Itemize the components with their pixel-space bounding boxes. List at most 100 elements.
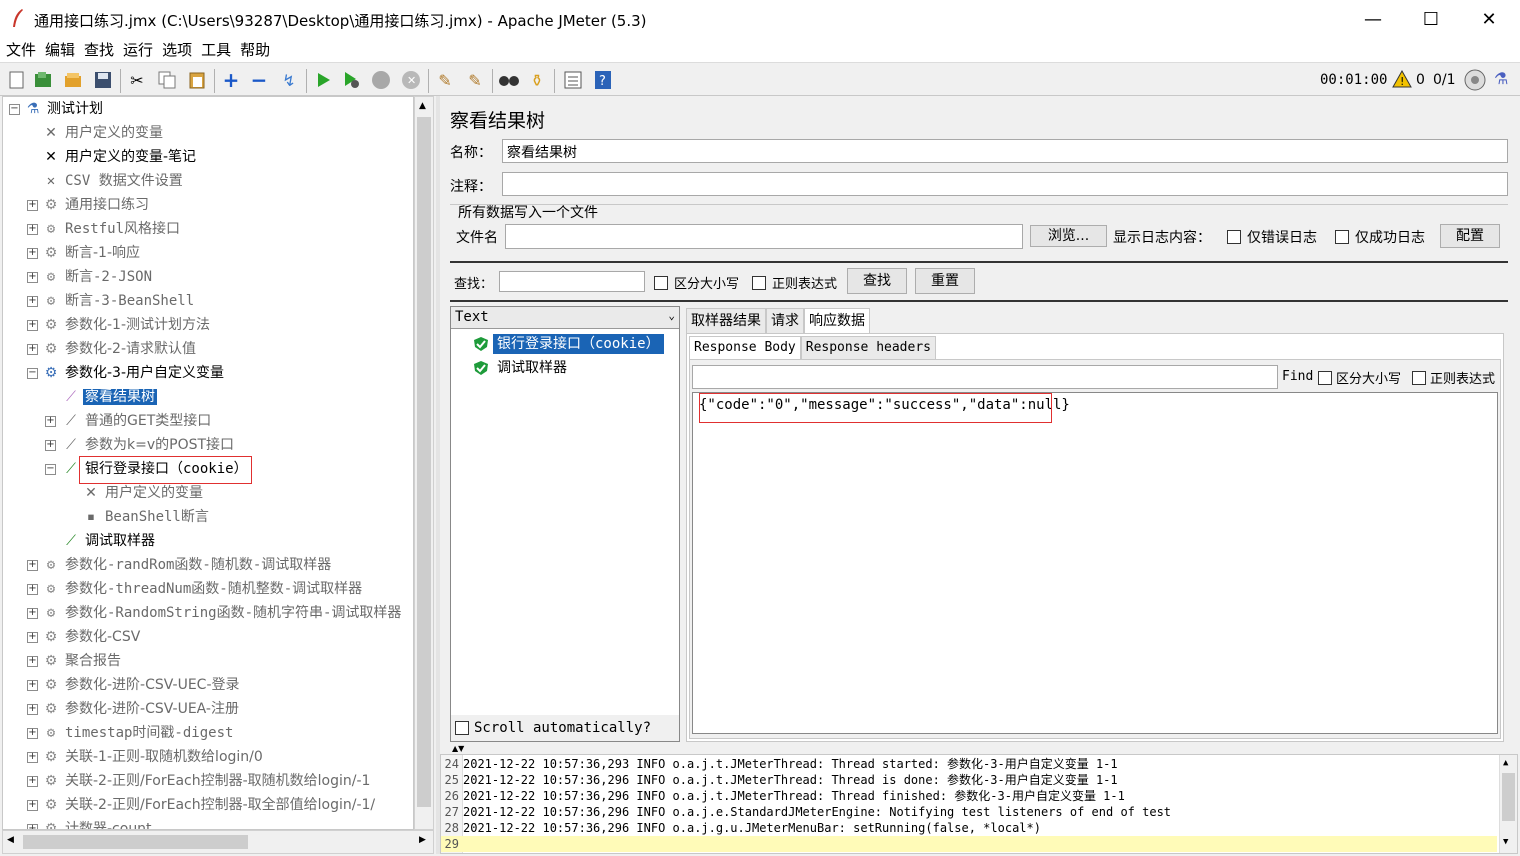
result-item-debug-sampler[interactable]: 调试取样器 (473, 358, 571, 378)
tree-node-thread-group[interactable]: ⚙ 参数化-CSV (41, 626, 142, 648)
expand-toggle[interactable]: + (27, 560, 38, 571)
tree-node-thread-group[interactable]: ⚙ 参数化-进阶-CSV-UEA-注册 (41, 698, 241, 720)
result-item-bank-login[interactable]: 银行登录接口（cookie） (473, 334, 664, 354)
expand-toggle[interactable]: + (27, 296, 38, 307)
regex-checkbox[interactable]: 正则表达式 (752, 273, 837, 292)
tree-node-thread-group[interactable]: ⚙ 聚合报告 (41, 650, 123, 672)
expand-toggle[interactable]: + (27, 344, 38, 355)
start-no-pause-icon[interactable] (340, 69, 362, 91)
subtab-response-body[interactable]: Response Body (689, 336, 801, 359)
tree-node-thread-group[interactable]: ⚙ 断言-1-响应 (41, 242, 142, 264)
expand-toggle[interactable]: + (27, 608, 38, 619)
menu-tools[interactable]: 工具 (201, 38, 231, 62)
tree-node-user-vars-notes[interactable]: ✕ 用户定义的变量-笔记 (41, 146, 198, 168)
tree-node-user-vars-child[interactable]: ✕ 用户定义的变量 (81, 482, 205, 504)
tree-horizontal-scrollbar[interactable]: ◀ ▶ (2, 830, 434, 854)
tree-node-sampler[interactable]: ⟋ 普通的GET类型接口 (61, 410, 213, 432)
checkbox-box[interactable] (1412, 370, 1426, 385)
menu-search[interactable]: 查找 (84, 38, 114, 62)
tree-node-thread-group[interactable]: ⚙ Restful风格接口 (41, 218, 182, 240)
search-input[interactable] (499, 271, 645, 292)
function-helper-icon[interactable] (562, 69, 584, 91)
templates-icon[interactable] (32, 69, 54, 91)
checkbox-box[interactable] (1335, 230, 1349, 244)
scroll-left-arrow-icon[interactable]: ◀ (7, 835, 14, 845)
tree-node-view-results-tree[interactable]: ⟋ 察看结果树 (61, 386, 157, 408)
reset-search-broom-icon[interactable]: ⚱ (526, 69, 548, 91)
close-button[interactable]: ✕ (1460, 0, 1518, 38)
tree-node-thread-group[interactable]: ⚙ 断言-2-JSON (41, 266, 154, 288)
expand-toggle[interactable]: + (27, 704, 38, 715)
scroll-thumb[interactable] (23, 835, 248, 849)
tree-node-thread-group[interactable]: ⚙ 断言-3-BeanShell (41, 290, 196, 312)
expand-toggle[interactable]: + (27, 200, 38, 211)
menu-file[interactable]: 文件 (6, 38, 36, 62)
splitter-arrows-icon[interactable]: ▲▼ (452, 744, 464, 753)
expand-toggle[interactable]: + (27, 224, 38, 235)
cut-icon[interactable]: ✂ (126, 69, 148, 91)
minimize-button[interactable]: — (1344, 0, 1402, 38)
tree-node-csv-config[interactable]: ✕ CSV 数据文件设置 (41, 170, 185, 192)
configure-button[interactable]: 配置 (1440, 224, 1500, 248)
response-find-input[interactable] (692, 365, 1278, 389)
scroll-up-arrow-icon[interactable]: ▲ (419, 101, 426, 111)
tree-node-sampler[interactable]: ⟋ 参数为k=v的POST接口 (61, 434, 236, 456)
expand-toggle[interactable]: + (45, 440, 56, 451)
expand-toggle[interactable]: + (27, 248, 38, 259)
expand-toggle[interactable]: + (27, 776, 38, 787)
tree-node-test-plan[interactable]: ⚗ 测试计划 (23, 98, 105, 120)
collapse-toggle[interactable]: − (45, 464, 56, 475)
clear-icon[interactable]: ✎ (434, 69, 456, 91)
tree-node-thread-group[interactable]: ⚙ 参数化-2-请求默认值 (41, 338, 198, 360)
collapse-toggle[interactable]: − (9, 104, 20, 115)
copy-icon[interactable] (156, 69, 178, 91)
tree-node-beanshell-assertion[interactable]: ▪ BeanShell断言 (81, 506, 211, 528)
tree-node-thread-group[interactable]: ⚙ timestap时间戳-digest (41, 722, 235, 744)
menu-options[interactable]: 选项 (162, 38, 192, 62)
response-regex-checkbox[interactable]: 正则表达式 (1412, 368, 1495, 387)
expand-all-icon[interactable]: + (220, 68, 242, 92)
response-case-checkbox[interactable]: 区分大小写 (1318, 368, 1401, 387)
expand-toggle[interactable]: + (27, 752, 38, 763)
tree-node-thread-group[interactable]: ⚙ 参数化-进阶-CSV-UEC-登录 (41, 674, 242, 696)
tree-node-thread-group[interactable]: ⚙ 关联-1-正则-取随机数给login/0 (41, 746, 265, 768)
paste-icon[interactable] (186, 69, 208, 91)
search-binoculars-icon[interactable] (498, 69, 520, 91)
expand-toggle[interactable]: + (27, 632, 38, 643)
tree-node-user-vars[interactable]: ✕ 用户定义的变量 (41, 122, 165, 144)
tab-request[interactable]: 请求 (766, 308, 804, 333)
expand-toggle[interactable]: + (27, 584, 38, 595)
response-body-text-area[interactable]: {"code":"0","message":"success","data":n… (692, 392, 1498, 734)
save-icon[interactable] (92, 69, 114, 91)
menu-run[interactable]: 运行 (123, 38, 153, 62)
new-icon[interactable] (6, 69, 28, 91)
start-icon[interactable] (312, 69, 334, 91)
tree-node-debug-sampler[interactable]: ⟋ 调试取样器 (61, 530, 157, 552)
log-viewer-icon[interactable]: ⚗ (1494, 69, 1508, 88)
tab-sampler-result[interactable]: 取样器结果 (686, 308, 766, 333)
warning-icon[interactable]: ! (1392, 69, 1412, 92)
case-sensitive-checkbox[interactable]: 区分大小写 (654, 273, 739, 292)
tree-node-thread-group[interactable]: ⚙ 参数化-RandomString函数-随机字符串-调试取样器 (41, 602, 403, 624)
tree-node-thread-group[interactable]: ⚙ 关联-2-正则/ForEach控制器-取随机数给login/-1 (41, 770, 372, 792)
checkbox-box[interactable] (455, 721, 469, 735)
scroll-thumb[interactable] (1502, 773, 1515, 821)
reset-button[interactable]: 重置 (915, 268, 975, 294)
tree-node-thread-group[interactable]: ⚙ 参数化-1-测试计划方法 (41, 314, 212, 336)
tree-node-thread-group-active[interactable]: ⚙ 参数化-3-用户自定义变量 (41, 362, 226, 384)
checkbox-box[interactable] (654, 275, 668, 290)
tree-vertical-scrollbar[interactable]: ▲ (414, 96, 434, 830)
browse-button[interactable]: 浏览... (1030, 225, 1107, 247)
expand-toggle[interactable]: + (27, 272, 38, 283)
collapse-all-icon[interactable]: − (248, 68, 270, 92)
stop-icon[interactable] (370, 69, 392, 91)
open-icon[interactable] (62, 69, 84, 91)
tab-response-data[interactable]: 响应数据 (804, 308, 870, 333)
expand-toggle[interactable]: + (27, 656, 38, 667)
subtab-response-headers[interactable]: Response headers (800, 336, 936, 359)
tree-node-thread-group[interactable]: ⚙ 通用接口练习 (41, 194, 151, 216)
name-input[interactable]: 察看结果树 (502, 139, 1508, 163)
tree-node-thread-group[interactable]: ⚙ 参数化-randRom函数-随机数-调试取样器 (41, 554, 333, 576)
comment-input[interactable] (502, 172, 1508, 196)
tree-node-thread-group[interactable]: ⚙ 关联-2-正则/ForEach控制器-取全部值给login/-1/ (41, 794, 377, 816)
